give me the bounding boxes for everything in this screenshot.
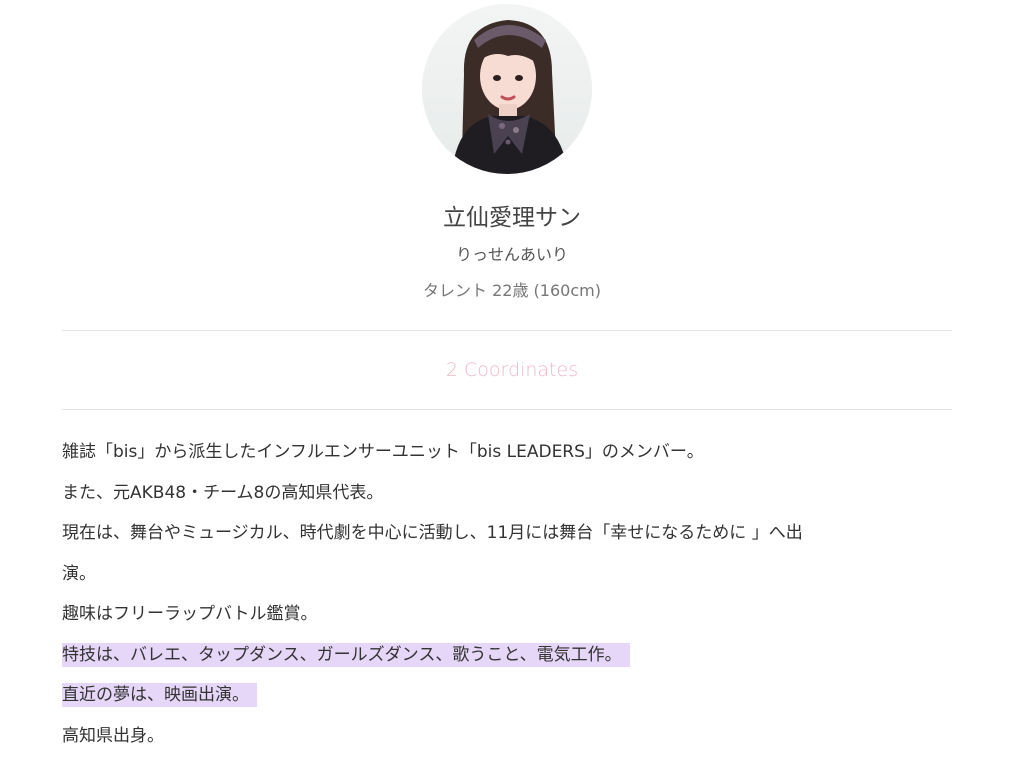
coordinates-link-label[interactable]: 2 Coordinates [446, 357, 578, 383]
avatar-photo [422, 4, 592, 174]
bio-line: 演。 [62, 554, 962, 595]
bio-line: また、元AKB48・チーム8の高知県代表。 [62, 473, 962, 514]
bio-line: 趣味はフリーラップバトル鑑賞。 [62, 594, 962, 635]
bio-text: 雑誌「bis」から派生したインフルエンサーユニット「bis LEADERS」のメ… [62, 442, 704, 462]
bio-text: また、元AKB48・チーム8の高知県代表。 [62, 482, 384, 503]
coordinates-link[interactable]: 2 Coordinates [0, 357, 1024, 383]
profile-name: 立仙愛理サン [443, 205, 581, 231]
profile-name-kana: りっせんあいり [455, 245, 568, 264]
bio-line: 高知県出身。 [62, 716, 962, 757]
bio-text-highlight: 特技は、バレエ、タップダンス、ガールズダンス、歌うこと、電気工作。 [62, 642, 630, 667]
bio-text: 趣味はフリーラップバトル鑑賞。 [62, 604, 318, 624]
bio-text: 現在は、舞台やミュージカル、時代劇を中心に活動し、11月には舞台「幸せになるため… [62, 523, 803, 543]
bio-text-highlight: 直近の夢は、映画出演。 [62, 683, 257, 707]
bio-line-highlighted: 特技は、バレエ、タップダンス、ガールズダンス、歌うこと、電気工作。 [62, 635, 962, 676]
bio-line: 雑誌「bis」から派生したインフルエンサーユニット「bis LEADERS」のメ… [62, 432, 962, 473]
divider-top [62, 330, 952, 331]
bio-line: 現在は、舞台やミュージカル、時代劇を中心に活動し、11月には舞台「幸せになるため… [62, 513, 962, 554]
profile-bio: 雑誌「bis」から派生したインフルエンサーユニット「bis LEADERS」のメ… [62, 432, 962, 756]
bio-text: 高知県出身。 [62, 725, 164, 746]
bio-line-highlighted: 直近の夢は、映画出演。 [62, 675, 962, 716]
bio-text: 演。 [62, 563, 96, 584]
profile-meta: タレント 22歳 (160cm) [423, 281, 601, 300]
avatar [422, 4, 592, 174]
divider-bottom [62, 409, 952, 410]
